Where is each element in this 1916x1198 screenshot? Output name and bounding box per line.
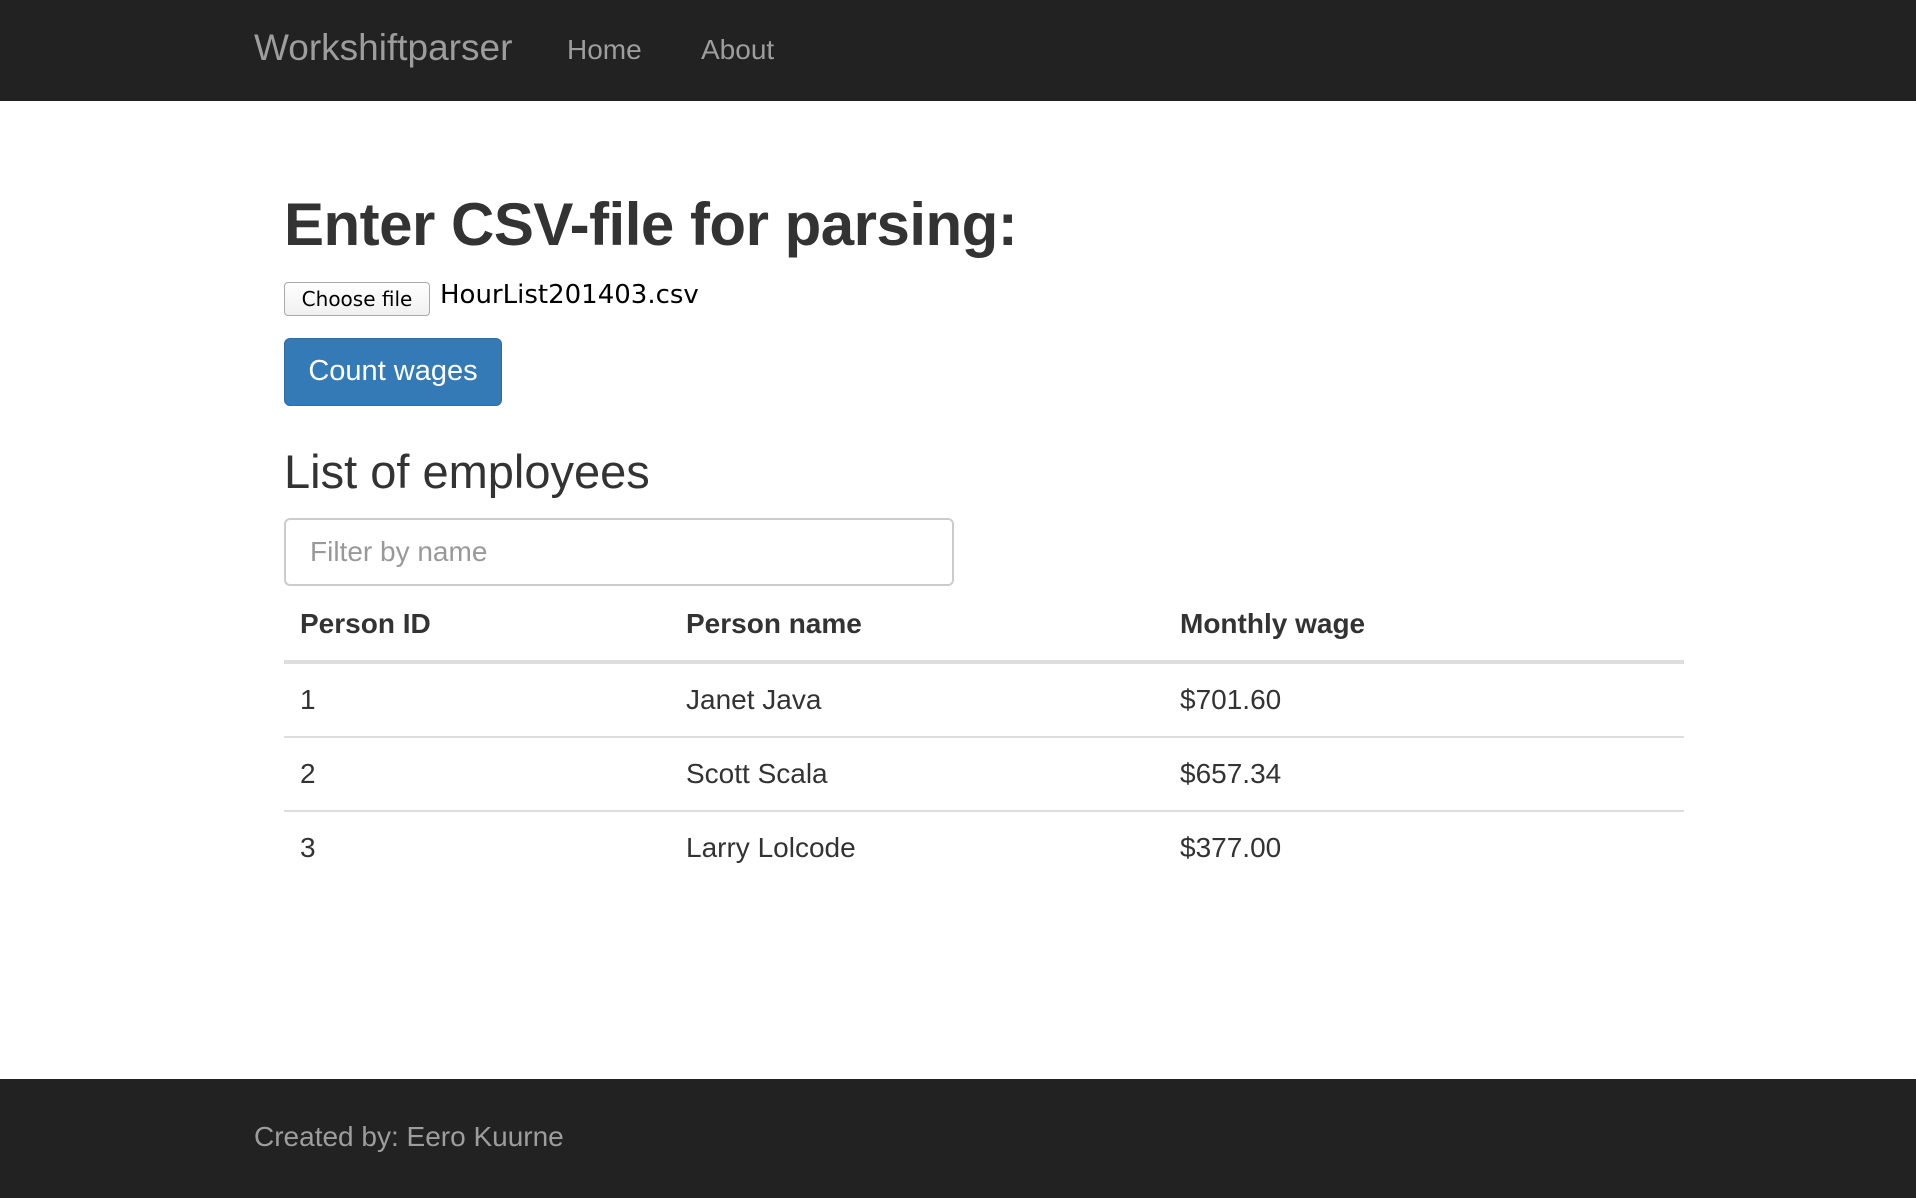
choose-file-button[interactable]: Choose file	[284, 282, 430, 316]
table-row: 3 Larry Lolcode $377.00	[284, 810, 1684, 884]
count-wages-button[interactable]: Count wages	[284, 338, 502, 406]
person-name-cell: Larry Lolcode	[670, 810, 1164, 884]
employee-list-heading: List of employees	[284, 445, 650, 498]
monthly-wage-cell: $701.60	[1180, 684, 1282, 715]
nav-home-link[interactable]: Home	[567, 32, 642, 68]
table-header-row: Person ID Person name Monthly wage	[284, 588, 1684, 664]
person-name-cell: Janet Java	[686, 684, 822, 715]
selected-file-name: HourList201403.csv	[440, 280, 699, 310]
employee-table: Person ID Person name Monthly wage 1 Jan…	[284, 588, 1684, 884]
person-name-cell: Scott Scala	[670, 736, 1164, 811]
person-id-cell: 3	[284, 810, 670, 884]
person-id-cell: 2	[284, 736, 670, 811]
footer-credit: Created by: Eero Kuurne	[254, 1121, 564, 1152]
monthly-wage-cell: $377.00	[1164, 810, 1684, 884]
page-title: Enter CSV-file for parsing:	[284, 191, 1018, 258]
top-navbar: Workshiftparser Home About	[0, 0, 1916, 101]
table-row: 2 Scott Scala $657.34	[284, 736, 1684, 811]
nav-about-link[interactable]: About	[701, 32, 774, 68]
monthly-wage-cell: $657.34	[1164, 736, 1684, 811]
column-header-monthly-wage[interactable]: Monthly wage	[1164, 588, 1684, 664]
column-header-person-name[interactable]: Person name	[670, 588, 1164, 664]
page-footer: Created by: Eero Kuurne	[0, 1079, 1916, 1198]
column-header-person-id[interactable]: Person ID	[284, 588, 670, 664]
filter-name-input[interactable]	[284, 518, 954, 586]
table-row: 1 Janet Java $701.60	[284, 662, 1684, 737]
person-id-cell: 1	[300, 684, 316, 715]
brand-link[interactable]: Workshiftparser	[254, 26, 512, 70]
